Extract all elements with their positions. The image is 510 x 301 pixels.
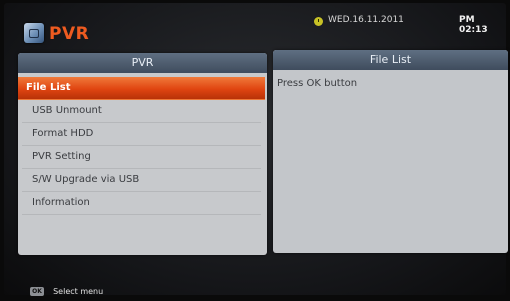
menu-item-pvr-setting[interactable]: PVR Setting (22, 146, 261, 169)
ok-key-icon: OK (30, 287, 44, 296)
menu-item-file-list[interactable]: File List (18, 77, 265, 100)
tv-screen: PVR WED.16.11.2011 PM 02:13 PVR File Lis… (4, 3, 508, 295)
file-list-message: Press OK button (277, 78, 358, 89)
page-title: PVR (49, 24, 90, 44)
time-display: PM 02:13 (459, 15, 488, 35)
date-display: WED.16.11.2011 (328, 15, 404, 25)
menu-item-format-hdd[interactable]: Format HDD (22, 123, 261, 146)
menu-item-sw-upgrade-usb[interactable]: S/W Upgrade via USB (22, 169, 261, 192)
footer-hint: OK Select menu (30, 281, 104, 296)
pvr-app-icon (24, 23, 44, 43)
file-list-title: File List (273, 50, 508, 70)
file-list-panel: File List Press OK button (273, 50, 508, 253)
menu-item-usb-unmount[interactable]: USB Unmount (22, 100, 261, 123)
pvr-menu-list: File List USB Unmount Format HDD PVR Set… (18, 77, 267, 215)
menu-item-information[interactable]: Information (22, 192, 261, 215)
pvr-menu-title: PVR (18, 53, 267, 73)
footer-hint-label: Select menu (53, 287, 104, 296)
pvr-menu-panel: PVR File List USB Unmount Format HDD PVR… (18, 53, 267, 255)
clock-icon (314, 17, 323, 26)
